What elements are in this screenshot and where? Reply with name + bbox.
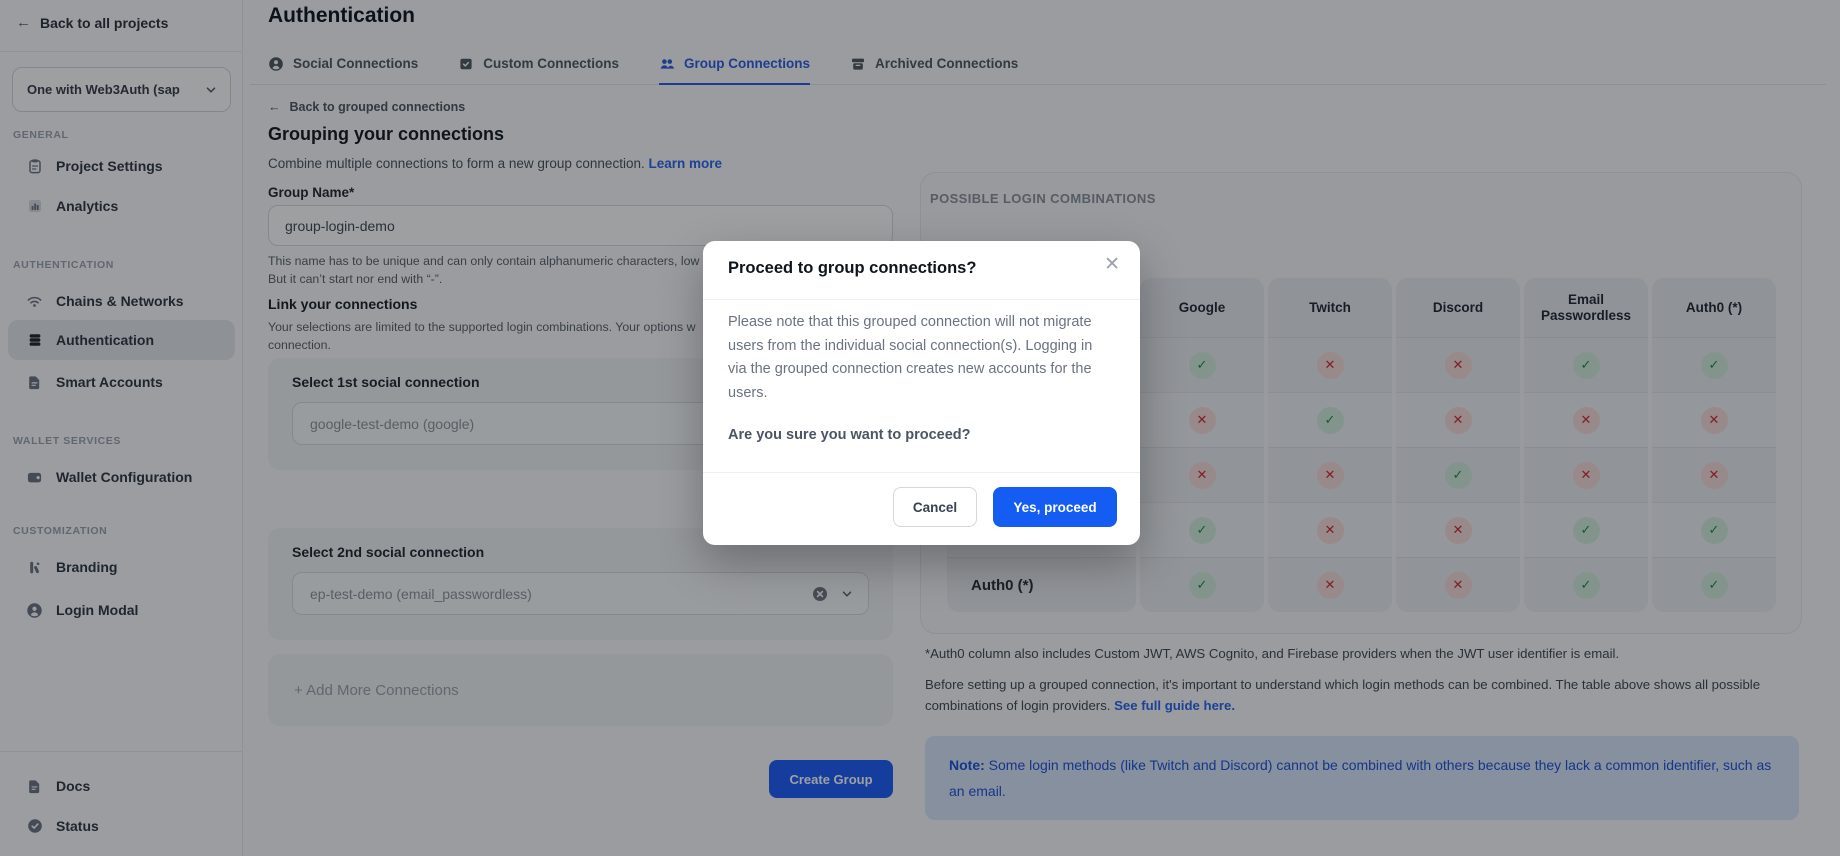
close-icon[interactable]: ✕ <box>1100 251 1124 278</box>
modal-divider <box>703 472 1140 473</box>
modal-divider <box>703 299 1140 300</box>
modal-title: Proceed to group connections? <box>728 259 976 278</box>
modal-body-text: Please note that this grouped connection… <box>728 311 1112 405</box>
yes-proceed-button[interactable]: Yes, proceed <box>993 487 1117 527</box>
app-window: ← Back to all projects One with Web3Auth… <box>0 0 1840 856</box>
proceed-modal: Proceed to group connections? ✕ Please n… <box>703 241 1140 545</box>
modal-question: Are you sure you want to proceed? <box>728 427 971 443</box>
cancel-button[interactable]: Cancel <box>893 487 977 527</box>
